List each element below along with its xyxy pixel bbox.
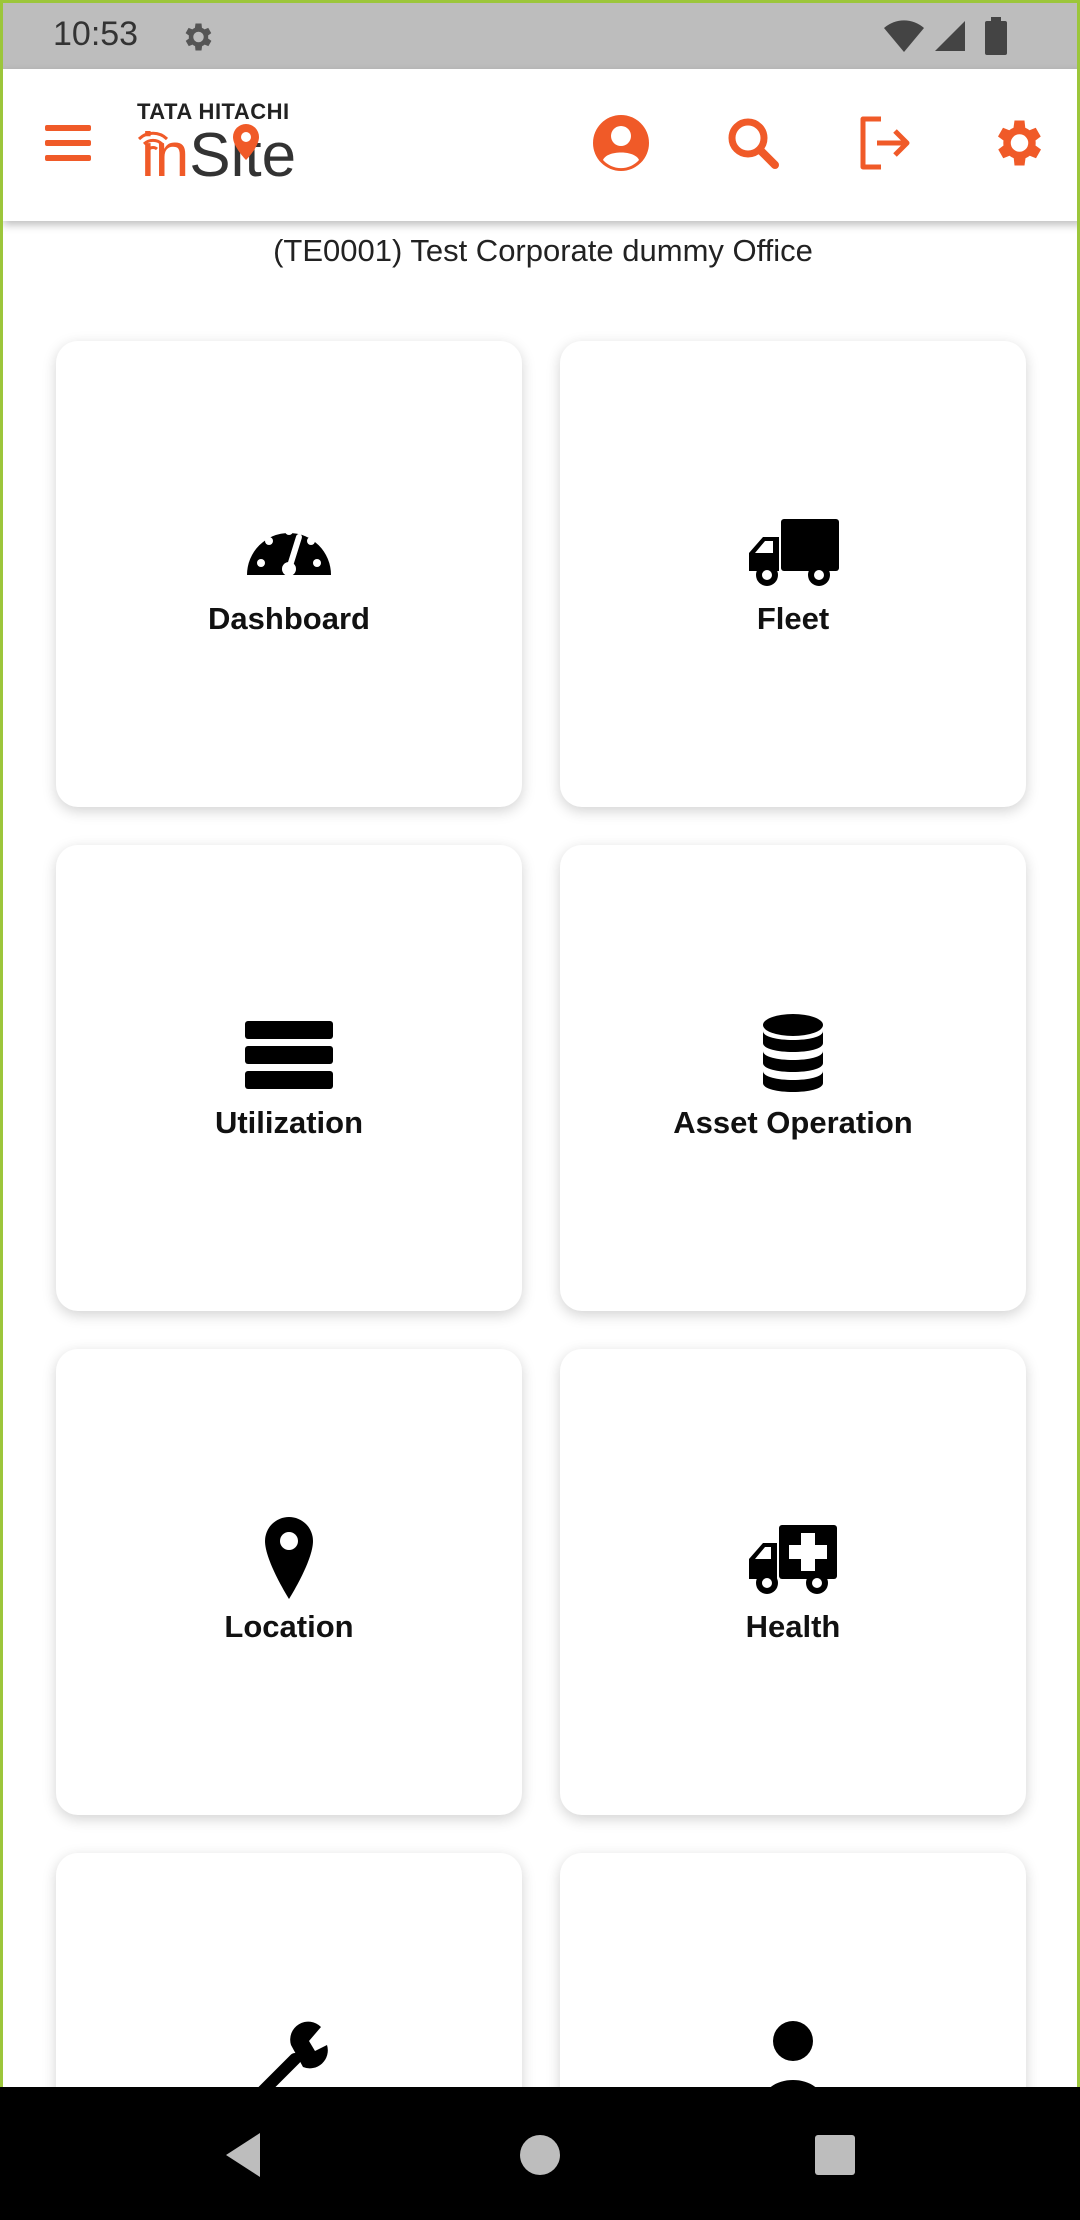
- app-header: TATA HITACHI inSite: [3, 69, 1077, 221]
- tile-health[interactable]: Health: [560, 1349, 1026, 1815]
- tile-asset-operation[interactable]: Asset Operation: [560, 845, 1026, 1311]
- tile-location[interactable]: Location: [56, 1349, 522, 1815]
- user-circle-icon: [593, 115, 649, 171]
- tile-user[interactable]: [560, 1853, 1026, 2087]
- database-icon: [745, 1007, 841, 1103]
- status-time: 10:53: [53, 15, 139, 53]
- truck-icon: [745, 503, 841, 599]
- tile-label: Fleet: [756, 601, 830, 636]
- hamburger-menu-icon[interactable]: [43, 121, 95, 167]
- search-button[interactable]: [723, 113, 783, 173]
- settings-status-icon: [185, 23, 212, 51]
- status-bar: 10:53: [3, 3, 1077, 69]
- tile-fleet[interactable]: Fleet: [560, 341, 1026, 807]
- bars-icon: [241, 1007, 337, 1103]
- search-icon: [728, 118, 779, 169]
- user-icon: [745, 2015, 841, 2087]
- wrench-icon: [241, 2015, 337, 2087]
- home-icon[interactable]: [510, 2125, 570, 2185]
- app-window: 10:53 TATA HITACHI inSite: [0, 0, 1080, 2087]
- profile-button[interactable]: [591, 113, 651, 173]
- ambulance-icon: [745, 1511, 841, 1607]
- tile-service[interactable]: [56, 1853, 522, 2087]
- logout-icon: [860, 116, 910, 170]
- tile-utilization[interactable]: Utilization: [56, 845, 522, 1311]
- gauge-icon: [241, 503, 337, 599]
- insite-logo: TATA HITACHI inSite: [135, 99, 325, 199]
- battery-icon: [985, 17, 1007, 55]
- tile-label: Utilization: [214, 1105, 364, 1140]
- logout-button[interactable]: [855, 113, 915, 173]
- tile-label: Dashboard: [208, 601, 370, 636]
- tile-label: Location: [224, 1609, 354, 1644]
- system-nav-bar: [0, 2087, 1080, 2220]
- tile-label: Asset Operation: [673, 1105, 913, 1140]
- signal-icon: [935, 21, 965, 51]
- office-title: (TE0001) Test Corporate dummy Office: [273, 233, 813, 268]
- settings-button[interactable]: [987, 113, 1047, 173]
- logo-pin-icon: [233, 124, 259, 160]
- wifi-icon: [884, 20, 924, 52]
- tile-label: Health: [745, 1609, 841, 1644]
- gear-icon: [998, 120, 1041, 166]
- back-icon[interactable]: [214, 2125, 274, 2185]
- map-pin-icon: [241, 1511, 337, 1607]
- tile-dashboard[interactable]: Dashboard: [56, 341, 522, 807]
- logo-wifi-icon: [137, 131, 169, 151]
- recents-icon[interactable]: [805, 2125, 865, 2185]
